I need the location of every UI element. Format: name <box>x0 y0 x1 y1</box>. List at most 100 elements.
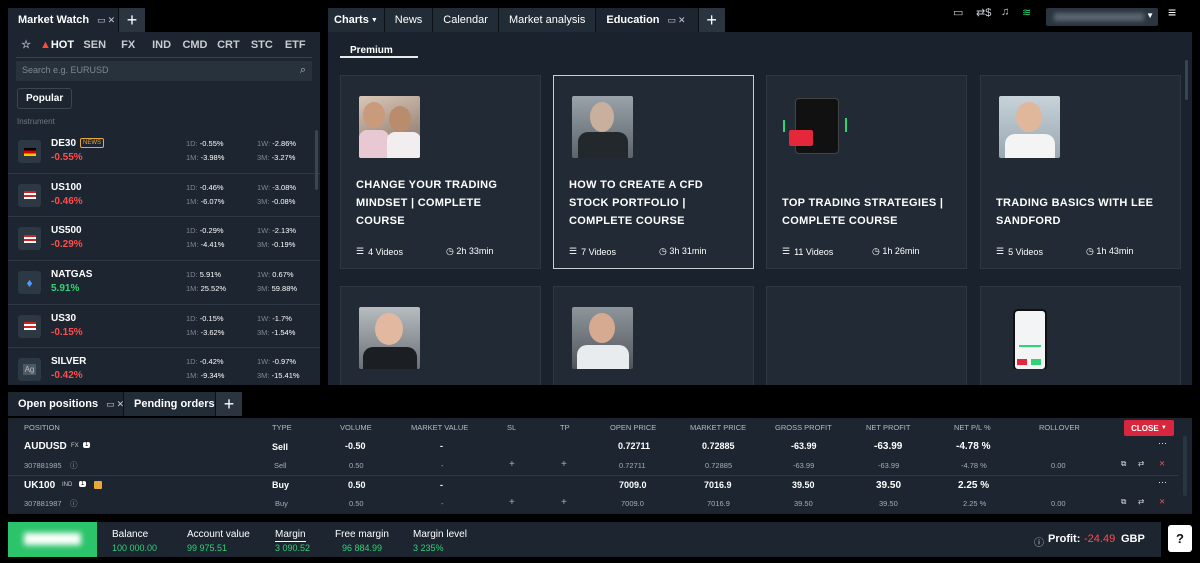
copy-icon[interactable]: ⧉ <box>1121 459 1126 469</box>
position-symbol[interactable]: UK100 <box>24 480 55 491</box>
course-card[interactable] <box>766 286 967 385</box>
instructor-photo <box>359 96 420 158</box>
add-tp-button[interactable]: + <box>561 497 567 508</box>
column-net-profit[interactable]: NET PROFIT <box>866 423 910 432</box>
scrollbar[interactable] <box>1183 436 1187 496</box>
course-card[interactable] <box>980 286 1181 385</box>
profit-value: -24.49 <box>1084 533 1116 545</box>
subtab-premium[interactable]: Premium <box>350 45 393 56</box>
add-tab-button[interactable]: + <box>216 392 242 416</box>
category-etf[interactable]: ETF <box>279 39 312 51</box>
category-crt[interactable]: CRT <box>212 39 245 51</box>
course-card[interactable] <box>553 286 754 385</box>
help-button[interactable]: ? <box>1168 525 1192 552</box>
reverse-icon[interactable]: ⇄ <box>1138 497 1144 506</box>
column-gross-profit[interactable]: GROSS PROFIT <box>775 423 832 432</box>
info-icon[interactable]: ⓘ <box>70 498 78 509</box>
position-open-price: 0.72711 <box>618 441 651 451</box>
course-card[interactable] <box>340 286 541 385</box>
window-close-icon[interactable]: ▭✕ <box>97 15 117 26</box>
search-input[interactable]: Search e.g. EURUSD ⌕ <box>16 61 312 81</box>
column-position[interactable]: POSITION <box>24 423 60 432</box>
free-margin-value: 96 884.99 <box>342 543 383 553</box>
column-tp[interactable]: TP <box>560 423 570 432</box>
category-cmd[interactable]: CMD <box>178 39 211 51</box>
info-icon[interactable]: ⓘ <box>70 460 78 471</box>
account-name-blurred <box>1054 13 1144 21</box>
column-volume[interactable]: VOLUME <box>340 423 372 432</box>
tab-market-analysis[interactable]: Market analysis <box>498 8 597 32</box>
close-position-icon[interactable]: ✕ <box>1159 459 1165 468</box>
margin-label[interactable]: Margin <box>275 529 306 542</box>
instrument-row[interactable]: DE30 NEWS -0.55% 1D: -0.55% 1W: -2.86% 1… <box>8 130 320 174</box>
column-sl[interactable]: SL <box>507 423 516 432</box>
column-market-price[interactable]: MARKET PRICE <box>690 423 746 432</box>
column-type[interactable]: TYPE <box>272 423 292 432</box>
course-card[interactable]: TOP TRADING STRATEGIES | COMPLETE COURSE… <box>766 75 967 269</box>
category-fx[interactable]: FX <box>111 39 144 51</box>
usa-flag-icon <box>18 314 41 338</box>
tab-pending-orders[interactable]: Pending orders <box>124 392 216 416</box>
trading-app: Market Watch ▭✕ + ☆ ▲HOT SEN FX IND CMD … <box>0 0 1200 563</box>
switch-account-button[interactable]: ████████ <box>8 522 97 557</box>
column-net-pl-pct[interactable]: NET P/L % <box>954 423 991 432</box>
account-selector[interactable]: ▼ <box>1046 8 1158 26</box>
scrollbar[interactable] <box>315 130 318 190</box>
more-options-icon[interactable]: ··· <box>1158 438 1167 448</box>
balance-value: 100 000.00 <box>112 543 158 553</box>
category-hot[interactable]: ▲HOT <box>36 39 78 51</box>
tab-open-positions[interactable]: Open positions ▭✕ <box>8 392 124 416</box>
reverse-icon[interactable]: ⇄ <box>1138 459 1144 468</box>
tab-calendar[interactable]: Calendar <box>433 8 499 32</box>
course-card[interactable]: TRADING BASICS WITH LEE SANDFORD ☰ 5 Vide… <box>980 75 1181 269</box>
copy-icon[interactable]: ⧉ <box>1121 497 1126 507</box>
instrument-row[interactable]: US30 -0.15% 1D: -0.15% 1W: -1.7% 1M: -3.… <box>8 305 320 349</box>
position-market-value: - <box>440 480 443 490</box>
chevron-down-icon: ▼ <box>1146 11 1154 20</box>
tab-education[interactable]: Education ▭✕ <box>596 8 699 32</box>
favorites-star-icon[interactable]: ☆ <box>16 38 36 51</box>
column-market-value[interactable]: MARKET VALUE <box>411 423 468 432</box>
category-ind[interactable]: IND <box>145 39 178 51</box>
phone-app-illustration <box>999 307 1060 369</box>
more-options-icon[interactable]: ··· <box>1158 477 1167 487</box>
row-divider <box>8 475 1178 476</box>
category-sen[interactable]: SEN <box>78 39 111 51</box>
tab-news[interactable]: News <box>384 8 434 32</box>
window-close-icon[interactable]: ▭✕ <box>668 15 688 26</box>
instrument-row[interactable]: US500 -0.29% 1D: -0.29% 1W: -2.13% 1M: -… <box>8 217 320 262</box>
position-market-price: 0.72885 <box>702 441 735 451</box>
info-icon[interactable]: ⓘ <box>1034 534 1044 549</box>
column-open-price[interactable]: OPEN PRICE <box>610 423 656 432</box>
column-rollover[interactable]: ROLLOVER <box>1039 423 1080 432</box>
sub-gross-profit: 39.50 <box>794 499 813 508</box>
currency-exchange-icon[interactable]: ⇄$ <box>976 6 991 19</box>
close-position-icon[interactable]: ✕ <box>1159 497 1165 506</box>
stat-1m: 1M: 25.52% <box>186 284 227 294</box>
tab-charts[interactable]: Charts ▼ <box>328 8 385 32</box>
course-videos: ☰ 11 Videos <box>782 246 834 257</box>
close-all-button[interactable]: CLOSE ▼ <box>1124 420 1174 436</box>
stat-1m: 1M: -4.41% <box>186 240 225 250</box>
instrument-row[interactable]: US100 -0.46% 1D: -0.46% 1W: -3.08% 1M: -… <box>8 174 320 218</box>
add-tp-button[interactable]: + <box>561 459 567 470</box>
add-tab-button[interactable]: + <box>698 8 725 32</box>
add-sl-button[interactable]: + <box>509 497 515 508</box>
category-stc[interactable]: STC <box>245 39 278 51</box>
tab-market-watch[interactable]: Market Watch ▭✕ <box>8 8 119 32</box>
popular-button[interactable]: Popular <box>17 88 73 109</box>
menu-icon[interactable]: ≡ <box>1168 4 1176 20</box>
scrollbar[interactable] <box>1185 60 1188 100</box>
position-symbol[interactable]: AUDUSD <box>24 441 67 452</box>
news-badge[interactable]: NEWS <box>80 138 104 148</box>
bell-icon[interactable]: ♫ <box>1001 6 1009 18</box>
course-card[interactable]: HOW TO CREATE A CFD STOCK PORTFOLIO | CO… <box>553 75 754 269</box>
gas-flame-icon: ♦ <box>18 271 41 295</box>
add-sl-button[interactable]: + <box>509 459 515 470</box>
instrument-row[interactable]: ♦ NATGAS 5.91% 1D: 5.91% 1W: 0.67% 1M: 2… <box>8 261 320 305</box>
add-tab-button[interactable]: + <box>119 8 145 32</box>
course-card[interactable]: CHANGE YOUR TRADING MINDSET | COMPLETE C… <box>340 75 541 269</box>
instrument-row[interactable]: Ag SILVER -0.42% 1D: -0.42% 1W: -0.97% 1… <box>8 348 320 385</box>
layout-icon[interactable]: ▭ <box>953 6 963 19</box>
instrument-symbol: US500 <box>51 225 82 237</box>
